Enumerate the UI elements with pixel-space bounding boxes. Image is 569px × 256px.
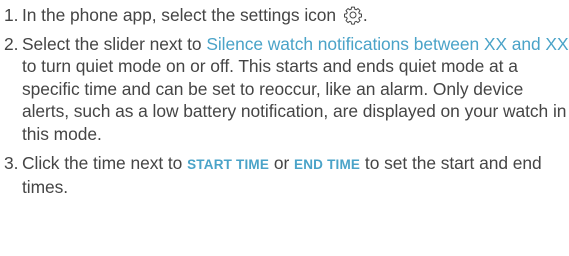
- step-number: 3.: [4, 152, 19, 173]
- instructions-document: 1. In the phone app, select the settings …: [0, 0, 569, 256]
- step-2-prefix: Select the slider next to: [22, 33, 207, 54]
- step-number: 1.: [4, 5, 19, 25]
- gear-icon: [343, 5, 363, 25]
- end-time-label: END TIME: [294, 156, 361, 172]
- step-2: 2. Select the slider next to Silence watc…: [4, 33, 569, 146]
- step-3-prefix: Click the time next to: [22, 152, 188, 173]
- step-1: 1. In the phone app, select the settings …: [4, 4, 569, 27]
- step-number: 2.: [4, 33, 19, 54]
- start-time-label: START TIME: [187, 156, 270, 172]
- step-1-text: In the phone app, select the settings ic…: [22, 5, 337, 25]
- steps-list: 1. In the phone app, select the settings …: [4, 4, 569, 199]
- step-2-suffix: to turn quiet mode on or off. This start…: [22, 56, 567, 144]
- step-3-middle: or: [269, 152, 295, 173]
- step-1-period: .: [362, 5, 368, 25]
- step-3: 3. Click the time next to START TIME or E…: [4, 152, 569, 199]
- silence-notifications-setting-label: Silence watch notifications between XX a…: [206, 33, 569, 54]
